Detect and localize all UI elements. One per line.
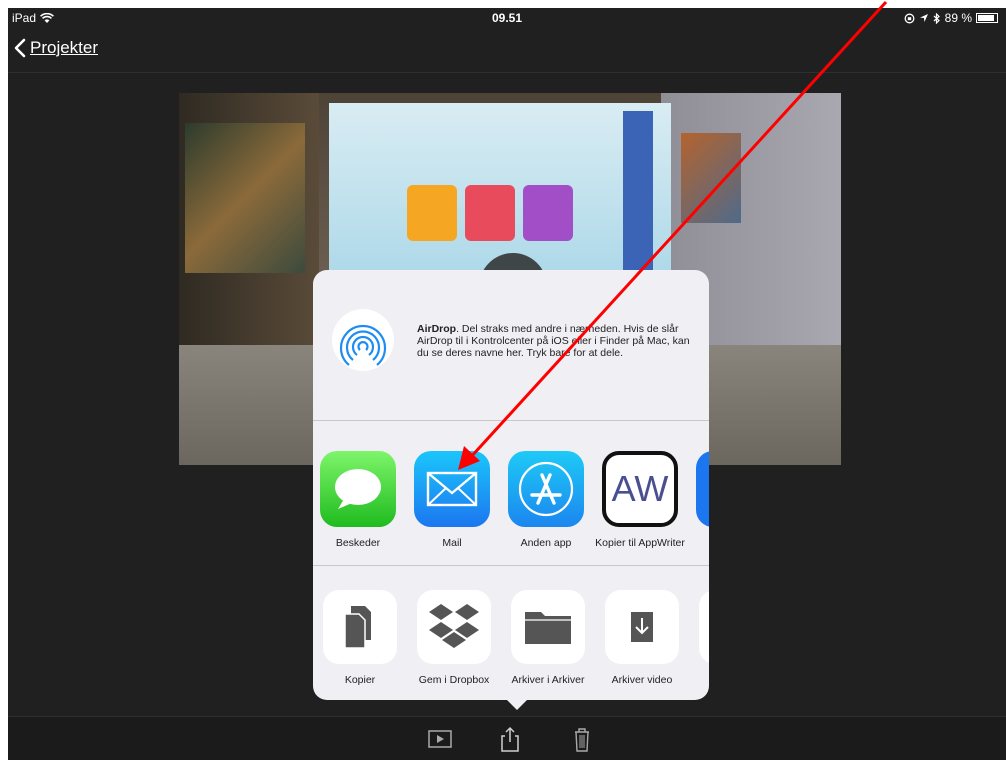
share-app-label: K [689, 537, 709, 549]
share-app-mail[interactable]: Mail [407, 451, 497, 549]
status-time: 09.51 [491, 11, 523, 25]
save-video-icon [605, 590, 679, 664]
play-button[interactable] [426, 725, 454, 753]
battery-percent: 89 % [944, 11, 972, 25]
status-bar: iPad 09.51 89 % [8, 8, 1006, 28]
share-button[interactable] [496, 725, 524, 753]
share-sheet: AirDrop. Del straks med andre i nærheden… [313, 270, 709, 700]
share-app-label: Mail [442, 537, 462, 549]
airdrop-body: . Del straks med andre i nærheden. Hvis … [417, 323, 690, 359]
share-app-appwriter[interactable]: AW Kopier til AppWriter [595, 451, 685, 549]
action-icon [699, 590, 709, 664]
share-app-other[interactable]: Anden app [501, 451, 591, 549]
share-app-partial[interactable]: K [689, 451, 709, 549]
bottom-toolbar [8, 716, 1006, 760]
airdrop-description: AirDrop. Del straks med andre i nærheden… [417, 323, 703, 359]
action-copy[interactable]: Kopier [315, 590, 405, 686]
airdrop-icon [332, 309, 394, 371]
location-icon [919, 14, 928, 22]
folder-icon [511, 590, 585, 664]
action-dropbox[interactable]: Gem i Dropbox [409, 590, 499, 686]
back-button[interactable]: Projekter [14, 38, 98, 58]
bluetooth-icon [933, 12, 940, 24]
chevron-left-icon [14, 38, 26, 58]
action-label: Arkiver video [611, 674, 673, 686]
battery-icon [976, 13, 998, 23]
back-label: Projekter [30, 38, 99, 57]
projected-sidebar [623, 111, 653, 287]
play-icon [428, 730, 452, 748]
action-save-video[interactable]: Arkiver video [597, 590, 687, 686]
share-sheet-pointer [505, 698, 529, 710]
messages-icon [320, 451, 396, 527]
status-right: 89 % [904, 11, 998, 25]
scene-painting [185, 123, 305, 273]
mail-icon [414, 451, 490, 527]
share-app-label: Beskeder [335, 537, 381, 549]
projected-tile-games [407, 185, 457, 241]
app-store-icon [508, 451, 584, 527]
action-partial[interactable] [691, 590, 709, 664]
projected-tile-video [523, 185, 573, 241]
share-icon [501, 726, 519, 752]
scene-painting-right [681, 133, 741, 223]
trash-icon [575, 728, 589, 752]
share-app-label: Anden app [520, 537, 572, 549]
action-label: Kopier [344, 674, 376, 686]
share-actions-row[interactable]: Kopier Gem i Dropbox Arkiver i Arkiver A… [313, 566, 709, 700]
ipad-screen: iPad 09.51 89 % Projekter AirDrop. Del s… [8, 8, 1006, 760]
share-app-messages[interactable]: Beskeder [313, 451, 403, 549]
action-save-files[interactable]: Arkiver i Arkiver [503, 590, 593, 686]
nav-bar: Projekter [8, 28, 1006, 73]
delete-button[interactable] [568, 725, 596, 753]
appwriter-icon: AW [602, 451, 678, 527]
orientation-lock-icon [904, 13, 915, 23]
share-app-label: Kopier til AppWriter [595, 537, 685, 549]
share-apps-row[interactable]: Beskeder Mail Anden app AW Kopier til Ap… [313, 421, 709, 566]
app-icon [696, 451, 709, 527]
dropbox-icon [417, 590, 491, 664]
copy-icon [323, 590, 397, 664]
appwriter-icon-text: AW [612, 468, 669, 509]
action-label: Arkiver i Arkiver [511, 674, 585, 686]
airdrop-section[interactable]: AirDrop. Del straks med andre i nærheden… [313, 270, 709, 421]
projected-tile-images [465, 185, 515, 241]
action-label: Gem i Dropbox [418, 674, 490, 686]
airdrop-title: AirDrop [417, 323, 457, 335]
